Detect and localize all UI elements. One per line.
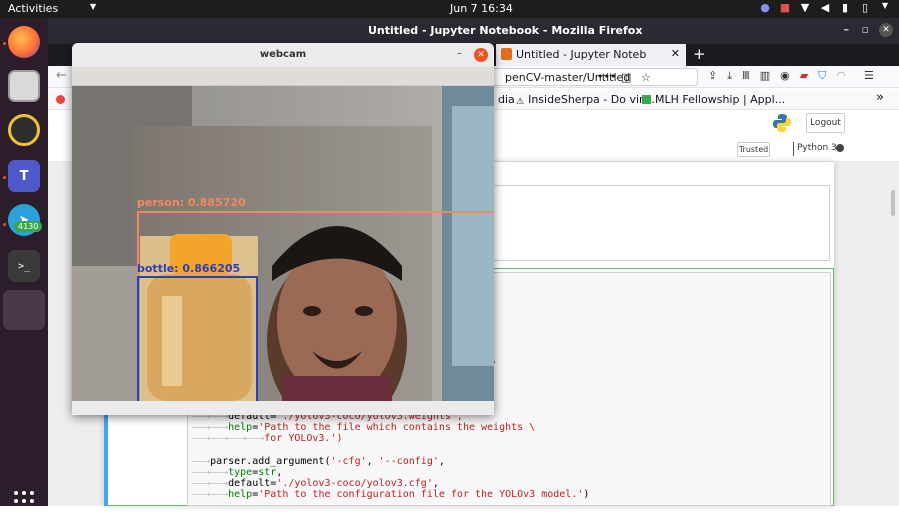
activities-button[interactable]: Activities	[8, 2, 58, 15]
sidebar-icon[interactable]: ▥	[760, 69, 770, 83]
url-bar[interactable]: penCV-master/Untitled ••• ◫ ☆	[488, 68, 698, 86]
webcam-title[interactable]: webcam	[72, 43, 494, 67]
page-actions-icon[interactable]: •••	[597, 70, 616, 83]
clock[interactable]: Jun 7 16:34	[450, 2, 513, 15]
firefox-titlebar: Untitled - Jupyter Notebook - Mozilla Fi…	[48, 18, 899, 44]
back-arrow-icon[interactable]: ←	[56, 68, 67, 83]
maximize-button[interactable]: ▫	[862, 23, 869, 36]
dock: T ➤ 4130 >_	[0, 18, 48, 511]
microphone-icon[interactable]: ▮	[839, 1, 851, 14]
battery-icon[interactable]: ▯	[859, 1, 871, 14]
code-line: ——→——→default='./yolov3-coco/yolov3.cfg'…	[192, 478, 439, 489]
previous-cell[interactable]	[493, 185, 830, 261]
webcam-close-button[interactable]: ✕	[474, 48, 488, 62]
bookmark-star-icon[interactable]: ☆	[641, 71, 651, 84]
teams-tray-icon[interactable]: ●	[759, 1, 771, 14]
python-logo-icon	[773, 114, 791, 132]
extension-red-icon[interactable]: ▰	[800, 69, 808, 83]
system-menu-chevron-icon[interactable]: ▼	[879, 1, 891, 14]
close-window-button[interactable]: ✕	[879, 23, 893, 37]
kernel-status-icon	[836, 144, 844, 152]
more-bookmarks-chevron-icon[interactable]: »	[876, 90, 884, 105]
tab-jupyter[interactable]: Untitled - Jupyter Noteb ✕	[496, 44, 686, 66]
webcam-toolbar	[72, 67, 494, 86]
telegram-unread-badge: 4130	[14, 221, 43, 232]
webcam-window[interactable]: webcam – ✕ person: 0.885720 bottle: 0.86…	[72, 43, 494, 415]
bottle-detection-label: bottle: 0.866205	[137, 262, 241, 275]
record-tray-icon[interactable]: ■	[779, 1, 791, 14]
window-title: Untitled - Jupyter Notebook - Mozilla Fi…	[368, 24, 643, 37]
person-detection-label: person: 0.885720	[137, 196, 246, 209]
code-line: ——→——→——→——→for YOLOv3.')	[192, 433, 343, 444]
teams-icon[interactable]: T	[8, 160, 40, 192]
tab-title: Untitled - Jupyter Noteb	[516, 48, 647, 61]
library-icon[interactable]: Ⅲ	[742, 69, 750, 83]
system-tray[interactable]: ● ■ ▼ ◀ ▮ ▯ ▼	[759, 1, 891, 14]
webcam-frame: person: 0.885720 bottle: 0.866205	[72, 86, 494, 401]
bottle-detection-box	[137, 276, 258, 401]
account-icon[interactable]: ◉	[780, 69, 790, 83]
code-line: ——→——→help='Path to the file which conta…	[192, 422, 536, 433]
bookmark-item[interactable]: ⚠ InsideSherpa - Do virt...	[516, 93, 658, 107]
page-scrollbar[interactable]	[891, 190, 895, 216]
downloads-icon[interactable]: ⤓	[727, 69, 732, 83]
firefox-icon[interactable]	[8, 26, 40, 58]
pocket-icon[interactable]: ◫	[621, 71, 631, 84]
rhythmbox-icon[interactable]	[8, 114, 40, 146]
code-line: ——→parser.add_argument('-cfg', '--config…	[192, 456, 445, 467]
webcam-minimize-button[interactable]: –	[457, 48, 462, 59]
files-icon[interactable]	[8, 70, 40, 102]
code-line: ——→——→type=str,	[192, 467, 283, 478]
running-indicator	[3, 223, 6, 226]
menu-hamburger-icon[interactable]: ☰	[864, 69, 874, 83]
extension-gray-icon[interactable]: ◠	[836, 69, 846, 83]
webcam-app-icon[interactable]	[3, 290, 45, 330]
bookmark-chrome-icon[interactable]	[56, 93, 69, 106]
new-tab-plus-icon[interactable]: +	[693, 45, 706, 63]
tab-close-icon[interactable]: ✕	[671, 47, 680, 60]
running-indicator	[3, 176, 6, 179]
extension-shield-icon[interactable]: ⛉	[818, 69, 826, 83]
webcam-statusbar	[72, 401, 494, 415]
jupyter-favicon-icon	[501, 48, 512, 60]
kernel-separator	[793, 142, 794, 156]
wifi-icon[interactable]: ▼	[799, 1, 811, 14]
logout-button[interactable]: Logout	[806, 113, 845, 133]
terminal-icon[interactable]: >_	[8, 250, 40, 282]
kernel-name[interactable]: Python 3	[797, 143, 837, 153]
save-to-pocket-icon[interactable]: ⇪	[708, 69, 717, 83]
app-menu-chevron-icon[interactable]: ▼	[90, 2, 96, 11]
minimize-button[interactable]: –	[844, 23, 850, 36]
bookmark-item[interactable]: MLH Fellowship | Appl...	[642, 93, 785, 106]
show-applications-icon[interactable]	[13, 490, 35, 512]
bookmark-item[interactable]: dia	[498, 93, 515, 106]
toolbar-icons: ⇪ ⤓ Ⅲ ▥ ◉ ▰ ⛉ ◠ ☰	[708, 69, 874, 83]
code-line: ——→——→help='Path to the configuration fi…	[192, 489, 590, 500]
system-top-bar: Activities ▼ Jun 7 16:34 ● ■ ▼ ◀ ▮ ▯ ▼	[0, 0, 899, 18]
running-indicator	[3, 42, 6, 45]
volume-icon[interactable]: ◀	[819, 1, 831, 14]
trusted-indicator[interactable]: Trusted	[737, 142, 770, 157]
